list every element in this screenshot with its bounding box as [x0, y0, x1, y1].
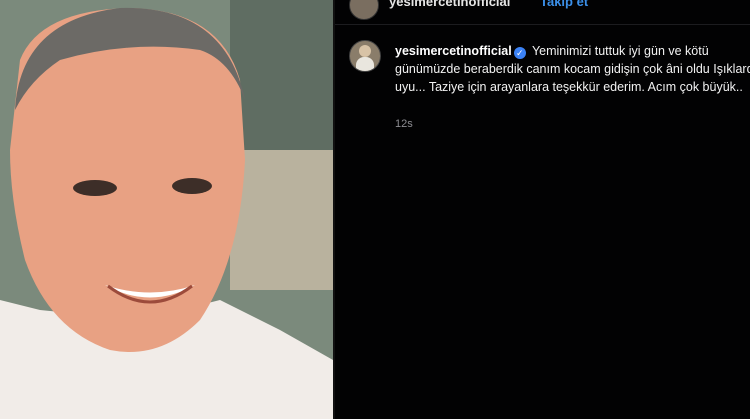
avatar-head — [359, 45, 371, 57]
avatar-body — [356, 57, 374, 71]
follow-button[interactable]: Takip et — [540, 0, 588, 9]
portrait-illustration — [0, 0, 333, 419]
verified-badge-icon: ✓ — [513, 47, 526, 59]
comment-username[interactable]: yesimercetinofficial — [395, 44, 512, 58]
comments-panel: yesimercetinofficial Takip et yesimercet… — [335, 0, 750, 419]
header-username[interactable]: yesimercetinofficial — [389, 0, 510, 9]
post-header: yesimercetinofficial Takip et — [335, 0, 750, 25]
comment-avatar[interactable] — [349, 40, 381, 72]
comment-time: 12s — [395, 118, 413, 130]
portrait-photo — [0, 0, 333, 419]
comment-text: yesimercetinofficial ✓ Yeminimizi tuttuk … — [395, 42, 750, 96]
header-avatar[interactable] — [349, 0, 379, 20]
